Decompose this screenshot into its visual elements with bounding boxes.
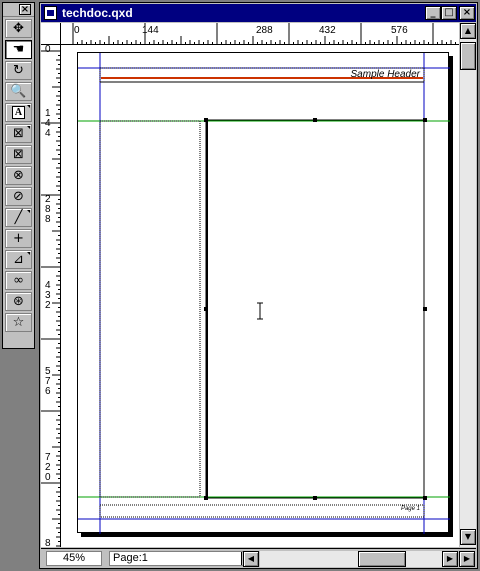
horizontal-scrollbar[interactable] xyxy=(260,551,458,567)
handle-top-middle xyxy=(313,118,317,122)
orthogonal-line-tool[interactable]: + xyxy=(5,229,32,248)
h-ruler-label-432: 432 xyxy=(319,25,336,36)
bezier-picture-box-tool[interactable]: ⊘ xyxy=(5,187,32,206)
oval-picture-box-tool[interactable]: ⊗ xyxy=(5,166,32,185)
vertical-scrollbar[interactable]: ▲ ▼ xyxy=(459,23,476,547)
footer-text[interactable]: Page 1 xyxy=(401,506,420,512)
close-button[interactable]: × xyxy=(459,6,475,20)
handle-bottom-right xyxy=(423,496,427,500)
rectangle-picture-box-tool-icon: ⊠ xyxy=(13,126,24,141)
document-page[interactable]: Sample Header Page 1 xyxy=(77,52,450,534)
v-ruler-label-char: 0 xyxy=(45,472,51,483)
v-ruler-label-char: 8 xyxy=(45,538,51,548)
flyout-indicator-icon xyxy=(27,105,30,108)
content-tool-icon: ☚ xyxy=(12,42,25,57)
text-cursor-icon xyxy=(257,302,263,320)
scroll-up-button[interactable]: ▲ xyxy=(460,23,476,39)
page-selector[interactable]: Page:1 ▶ xyxy=(109,551,255,566)
item-tool[interactable]: ✥ xyxy=(5,19,32,38)
page-label: Page: xyxy=(113,552,142,564)
page-number[interactable]: 1 xyxy=(142,552,148,564)
header-text[interactable]: Sample Header xyxy=(351,69,420,80)
bezier-line-tool[interactable]: ⊿ xyxy=(5,250,32,269)
footer-text-box xyxy=(99,504,425,518)
zoom-tool-icon: 🔍 xyxy=(10,84,27,99)
page-layout-guides xyxy=(78,53,450,534)
scroll-right-button[interactable]: ▶ xyxy=(442,551,458,567)
horizontal-scroll-thumb[interactable] xyxy=(358,551,406,567)
sidebar-text-box xyxy=(99,120,201,498)
line-tool-icon: ╱ xyxy=(14,210,23,225)
handle-middle-right xyxy=(423,307,427,311)
scroll-down-button[interactable]: ▼ xyxy=(460,529,476,545)
document-icon[interactable] xyxy=(44,6,57,20)
handle-bottom-left xyxy=(204,496,208,500)
line-tool[interactable]: ╱ xyxy=(5,208,32,227)
horizontal-ruler[interactable]: 0 144 288 432 576 xyxy=(61,23,459,45)
orthogonal-line-tool-icon: + xyxy=(13,231,24,246)
bezier-line-tool-icon: ⊿ xyxy=(13,252,24,267)
v-ruler-label-char: 0 xyxy=(45,45,51,55)
unlinking-tool-icon: ⊛ xyxy=(13,294,24,309)
ruler-origin[interactable] xyxy=(41,23,61,45)
unlinking-tool[interactable]: ⊛ xyxy=(5,292,32,311)
text-box-tool-icon: A xyxy=(11,106,26,119)
handle-top-left xyxy=(204,118,208,122)
palette-close-button[interactable]: × xyxy=(19,4,31,15)
window-titlebar[interactable]: techdoc.qxd _ □ × xyxy=(41,4,476,22)
flyout-indicator-icon xyxy=(27,252,30,255)
v-ruler-label-char: 4 xyxy=(45,128,51,139)
handle-top-right xyxy=(423,118,427,122)
content-tool[interactable]: ☚ xyxy=(5,40,32,59)
zoom-tool[interactable]: 🔍 xyxy=(5,82,32,101)
status-bar: 45% Page:1 ▶ ◀ ▶ ▶ xyxy=(41,548,476,567)
tool-palette: × ✥ ☚ ↻ 🔍 A ⊠ ⊠ ⊗ ⊘ ╱ + ⊿ ∞ ⊛ ☆ xyxy=(0,0,37,571)
handle-middle-left xyxy=(204,307,208,311)
handle-bottom-middle xyxy=(313,496,317,500)
h-ruler-label-576: 576 xyxy=(391,25,408,36)
item-tool-icon: ✥ xyxy=(13,21,24,36)
h-ruler-zero-label: 0 xyxy=(74,25,80,36)
scroll-left-button[interactable]: ◀ xyxy=(243,551,259,567)
v-ruler-label-char: 6 xyxy=(45,386,51,397)
v-ruler-label-char: 8 xyxy=(45,214,51,225)
rounded-picture-box-tool-icon: ⊠ xyxy=(13,147,24,162)
v-ruler-label-char: 2 xyxy=(45,300,51,311)
tool-palette-titlebar[interactable]: × xyxy=(3,3,34,17)
linking-tool[interactable]: ∞ xyxy=(5,271,32,290)
vertical-scroll-thumb[interactable] xyxy=(460,42,476,70)
vertical-ruler-ticks xyxy=(41,50,60,547)
rotation-tool-icon: ↻ xyxy=(13,63,24,78)
minimize-button[interactable]: _ xyxy=(425,6,441,20)
rectangle-picture-box-tool[interactable]: ⊠ xyxy=(5,124,32,143)
h-ruler-label-144: 144 xyxy=(142,25,159,36)
zoom-field[interactable]: 45% xyxy=(46,551,102,566)
main-text-box xyxy=(205,119,425,499)
pasteboard[interactable]: Sample Header Page 1 xyxy=(61,45,459,547)
tool-palette-panel: × ✥ ☚ ↻ 🔍 A ⊠ ⊠ ⊗ ⊘ ╱ + ⊿ ∞ ⊛ ☆ xyxy=(2,2,35,349)
text-box-tool[interactable]: A xyxy=(5,103,32,122)
scroll-right-end-button[interactable]: ▶ xyxy=(459,551,475,567)
document-window: techdoc.qxd _ □ × 0 144 288 432 576 0144… xyxy=(39,2,478,569)
star-tool-icon: ☆ xyxy=(12,315,25,330)
oval-picture-box-tool-icon: ⊗ xyxy=(13,168,24,183)
rotation-tool[interactable]: ↻ xyxy=(5,61,32,80)
h-ruler-label-288: 288 xyxy=(256,25,273,36)
window-title: techdoc.qxd xyxy=(62,6,133,20)
star-tool[interactable]: ☆ xyxy=(5,313,32,332)
flyout-indicator-icon xyxy=(27,126,30,129)
vertical-ruler[interactable]: 01442884325767208 xyxy=(41,45,61,547)
bezier-picture-box-tool-icon: ⊘ xyxy=(13,189,24,204)
rounded-picture-box-tool[interactable]: ⊠ xyxy=(5,145,32,164)
maximize-button[interactable]: □ xyxy=(441,6,457,20)
linking-tool-icon: ∞ xyxy=(13,273,24,288)
flyout-indicator-icon xyxy=(27,210,30,213)
